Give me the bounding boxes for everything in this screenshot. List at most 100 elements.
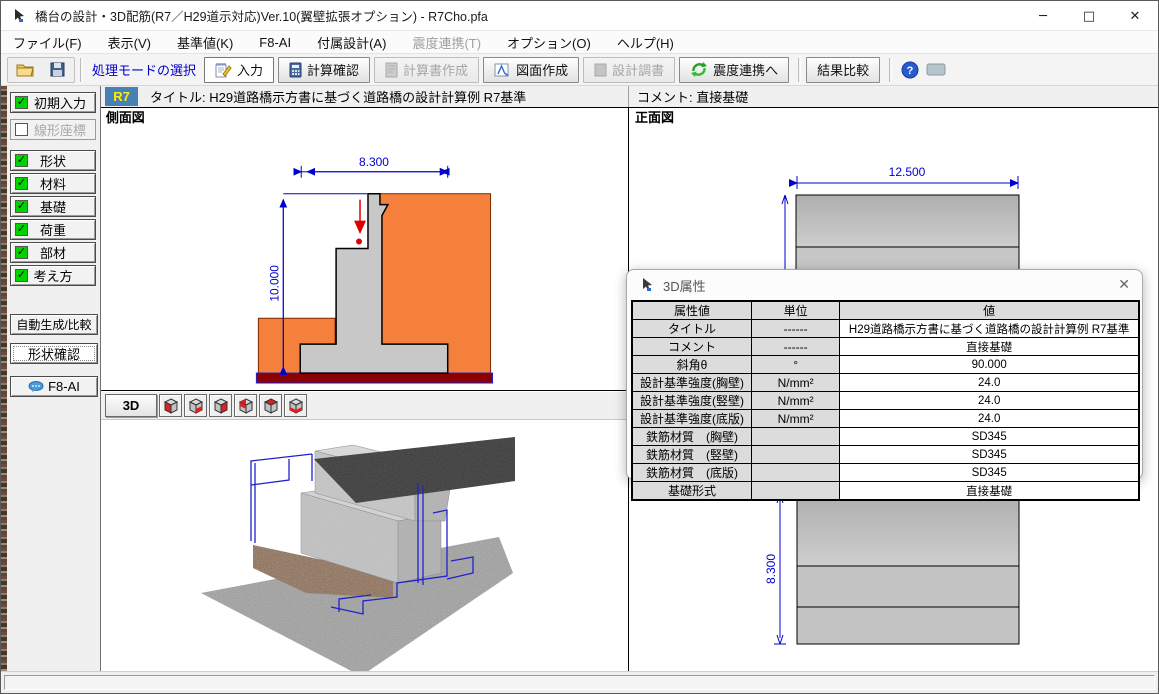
status-bar: [1, 671, 1158, 693]
menu-f8ai[interactable]: F8-AI: [259, 35, 291, 50]
table-row: 設計基準強度(底版)N/mm²24.0: [632, 410, 1139, 428]
dialog-close-icon[interactable]: ✕: [1118, 277, 1130, 293]
menu-attached[interactable]: 付属設計(A): [317, 33, 386, 52]
report-icon: [594, 63, 607, 77]
sidebar-item-linear-coords: 線形座標: [10, 119, 96, 140]
comment-text: コメント: 直接基礎: [637, 87, 748, 106]
cube-view-top-button[interactable]: [259, 394, 282, 417]
svg-text:8.300: 8.300: [764, 554, 778, 584]
toolbar-separator: [798, 58, 801, 82]
side-view-pane: 側面図 8.300: [101, 108, 628, 671]
table-row: コメント------直接基礎: [632, 338, 1139, 356]
notepad-pencil-icon: [215, 62, 232, 78]
checkbox-checked-icon: [15, 269, 28, 282]
app-window: 橋台の設計・3D配筋(R7／H29道示対応)Ver.10(翼壁拡張オプション) …: [0, 0, 1159, 694]
view3d-toolbar: 3D: [101, 392, 628, 420]
sidebar-item-approach[interactable]: 考え方: [10, 265, 96, 286]
input-mode-button[interactable]: 入力: [204, 57, 274, 83]
close-button[interactable]: ✕: [1112, 1, 1158, 31]
result-compare-button[interactable]: 結果比較: [806, 57, 880, 83]
sidebar-item-load[interactable]: 荷重: [10, 219, 96, 240]
table-row: タイトル------H29道路橋示方書に基づく道路橋の設計計算例 R7基準: [632, 320, 1139, 338]
r7-badge: R7: [105, 87, 138, 106]
menu-file[interactable]: ファイル(F): [13, 33, 82, 52]
menu-help[interactable]: ヘルプ(H): [617, 33, 674, 52]
svg-text:8.300: 8.300: [359, 155, 389, 169]
design-report-button: 設計調書: [583, 57, 675, 83]
checkbox-unchecked-icon: [15, 123, 28, 136]
checkbox-checked-icon: [15, 96, 28, 109]
toolbar-separator: [889, 58, 892, 82]
drawing-create-button[interactable]: 図面作成: [483, 57, 579, 83]
floppy-icon: [50, 62, 65, 77]
open-file-button[interactable]: [12, 58, 38, 82]
menu-standard[interactable]: 基準値(K): [177, 33, 233, 52]
sidebar-item-member[interactable]: 部材: [10, 242, 96, 263]
table-row: 設計基準強度(胸壁)N/mm²24.0: [632, 374, 1139, 392]
menu-view[interactable]: 表示(V): [108, 33, 151, 52]
help-icon: ?: [901, 61, 919, 79]
auto-generate-button[interactable]: 自動生成/比較: [10, 314, 98, 335]
cube-view-right-button[interactable]: [209, 394, 232, 417]
title-bar: 橋台の設計・3D配筋(R7／H29道示対応)Ver.10(翼壁拡張オプション) …: [1, 1, 1158, 31]
sidebar-item-initial-input[interactable]: 初期入力: [10, 92, 96, 113]
cube-view-left-button[interactable]: [234, 394, 257, 417]
panel-icon: [926, 63, 946, 76]
svg-text:12.500: 12.500: [889, 165, 926, 179]
checkbox-checked-icon: [15, 246, 28, 259]
save-button[interactable]: [44, 58, 70, 82]
table-row: 鉄筋材質 (竪壁)SD345: [632, 446, 1139, 464]
table-row: 基礎形式直接基礎: [632, 482, 1139, 501]
calc-check-button[interactable]: 計算確認: [278, 57, 370, 83]
sidebar-item-shape[interactable]: 形状: [10, 150, 96, 171]
table-row: 設計基準強度(竪壁)N/mm²24.0: [632, 392, 1139, 410]
tab-strip: R7 タイトル: H29道路橋示方書に基づく道路橋の設計計算例 R7基準 コメン…: [101, 86, 1158, 107]
view3d-button[interactable]: 3D: [105, 394, 157, 417]
f8ai-button[interactable]: F8-AI: [10, 376, 98, 397]
checkbox-checked-icon: [15, 200, 28, 213]
cube-view-front-button[interactable]: [159, 394, 182, 417]
svg-text:?: ?: [907, 65, 914, 77]
maximize-button[interactable]: □: [1066, 1, 1112, 31]
title-text: タイトル: H29道路橋示方書に基づく道路橋の設計計算例 R7基準: [150, 87, 526, 106]
window-title: 橋台の設計・3D配筋(R7／H29道示対応)Ver.10(翼壁拡張オプション) …: [35, 6, 488, 25]
table-row: 鉄筋材質 (底版)SD345: [632, 464, 1139, 482]
extra-tool-button[interactable]: [923, 58, 949, 82]
calc-report-button: 計算書作成: [374, 57, 479, 83]
attributes-dialog: 3D属性 ✕ 属性値 単位 値 タイトル------H29道路橋示方書に基づく道…: [626, 269, 1143, 480]
side-view-drawing: 側面図 8.300: [101, 108, 628, 391]
chat-bubble-icon: [28, 381, 44, 393]
abutment-3d-scene: [101, 421, 628, 674]
cursor-icon: [639, 277, 655, 293]
cube-view-back-button[interactable]: [184, 394, 207, 417]
status-field: [4, 675, 1155, 690]
toolbar-separator: [80, 58, 83, 82]
view3d-viewport[interactable]: [101, 421, 628, 671]
table-row: 鉄筋材質 (胸壁)SD345: [632, 428, 1139, 446]
help-button[interactable]: ?: [897, 58, 923, 82]
seismic-link-button[interactable]: 震度連携へ: [679, 57, 789, 83]
sidebar-item-material[interactable]: 材料: [10, 173, 96, 194]
tabstrip-divider: [628, 86, 629, 107]
checkbox-checked-icon: [15, 154, 28, 167]
drawing-icon: [494, 62, 511, 78]
cube-view-bottom-button[interactable]: [284, 394, 307, 417]
dialog-title: 3D属性: [663, 276, 706, 295]
checkbox-checked-icon: [15, 177, 28, 190]
folder-icon: [16, 62, 34, 77]
shape-check-button[interactable]: 形状確認: [10, 343, 98, 364]
sync-arrows-icon: [690, 61, 708, 78]
checkbox-checked-icon: [15, 223, 28, 236]
menu-seismic: 震度連携(T): [412, 33, 481, 52]
toolbar: 処理モードの選択 入力 計算確認 計算書作成: [1, 54, 1158, 86]
calculator-icon: [289, 62, 302, 78]
menu-options[interactable]: オプション(O): [507, 33, 591, 52]
dialog-title-bar[interactable]: 3D属性 ✕: [627, 270, 1142, 300]
mode-select-label: 処理モードの選択: [92, 60, 196, 79]
svg-text:10.000: 10.000: [267, 265, 281, 302]
minimize-button[interactable]: ─: [1020, 1, 1066, 31]
document-icon: [385, 62, 398, 78]
table-header-row: 属性値 単位 値: [632, 301, 1139, 320]
svg-text:側面図: 側面図: [105, 110, 145, 125]
sidebar-item-foundation[interactable]: 基礎: [10, 196, 96, 217]
